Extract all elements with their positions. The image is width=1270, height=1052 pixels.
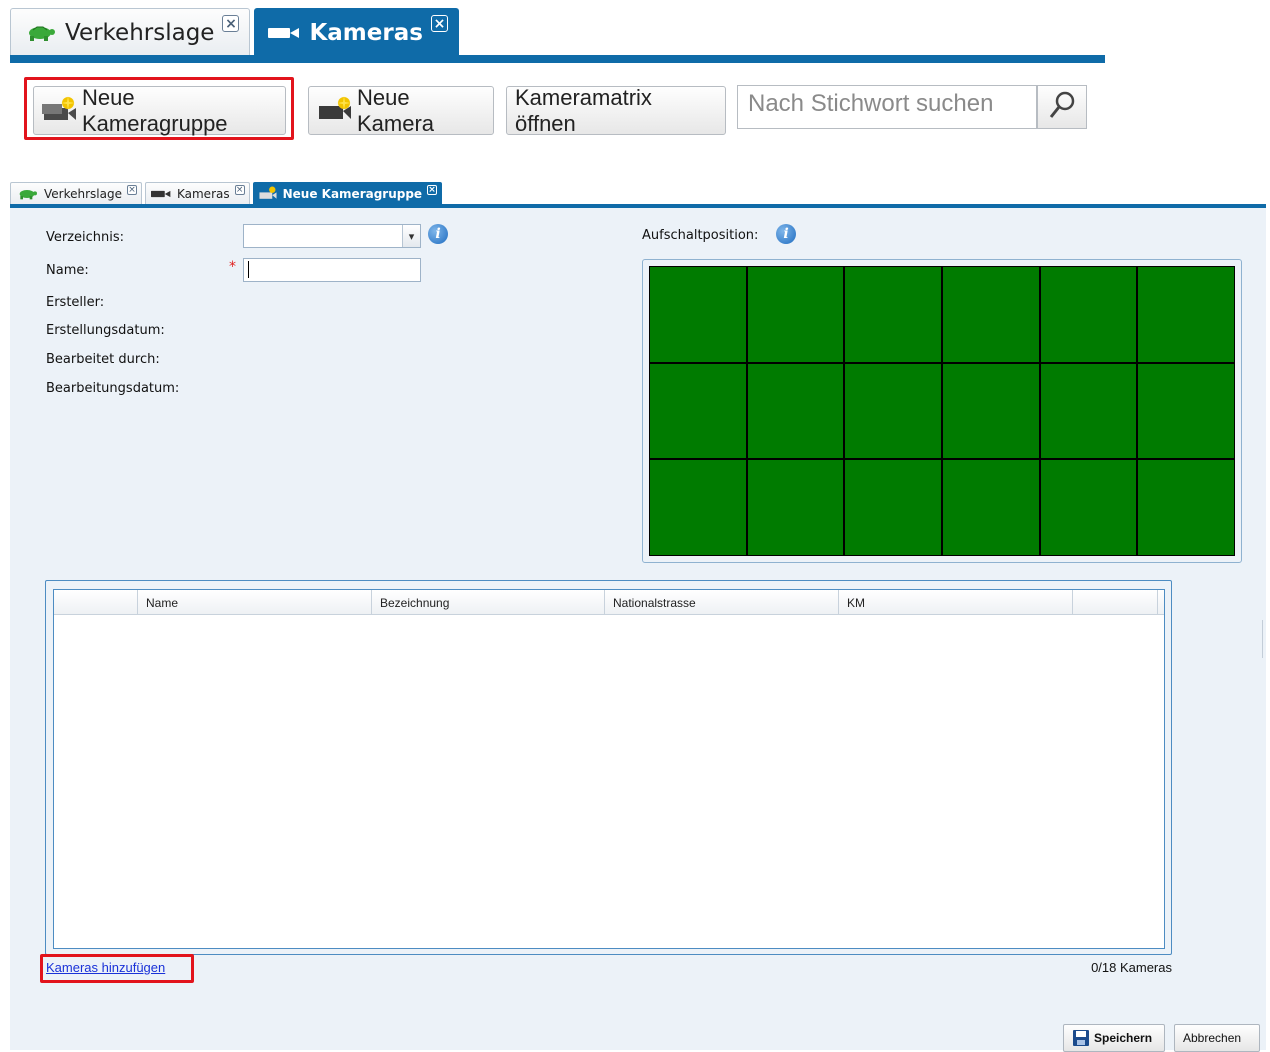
new-camera-button[interactable]: Neue Kamera — [308, 84, 494, 136]
matrix-cell[interactable] — [845, 363, 941, 459]
position-label: Aufschaltposition: — [642, 228, 759, 243]
new-camera-group-button[interactable]: Neue Kameragruppe — [33, 84, 286, 136]
matrix-cell[interactable] — [747, 363, 844, 459]
required-marker: * — [229, 259, 236, 275]
column-header-extra[interactable] — [1073, 590, 1158, 615]
new-camera-icon — [317, 95, 353, 126]
camera-group-icon — [258, 186, 278, 202]
tab-verkehrslage[interactable]: Verkehrslage × — [10, 182, 142, 205]
camera-count: 0/18 Kameras — [1091, 960, 1172, 975]
edited-by-label: Bearbeitet durch: — [46, 352, 160, 367]
matrix-cell[interactable] — [942, 460, 1039, 555]
tab-kameras[interactable]: Kameras × — [144, 182, 250, 205]
table-header: Name Bezeichnung Nationalstrasse KM — [54, 590, 1164, 615]
matrix-cell[interactable] — [650, 363, 746, 459]
button-label: Kameramatrix öffnen — [515, 84, 652, 136]
tab-label: Neue Kameragruppe — [282, 187, 423, 201]
search-icon — [1048, 90, 1076, 124]
close-icon[interactable]: × — [234, 185, 245, 195]
tab-verkehrslage-zoomed[interactable]: Verkehrslage × — [10, 8, 251, 56]
matrix-cell[interactable] — [747, 460, 844, 555]
chevron-down-icon[interactable]: ▾ — [402, 225, 420, 247]
cancel-button[interactable]: Abbrechen — [1174, 1024, 1260, 1052]
creator-label: Ersteller: — [46, 295, 105, 310]
tab-underline — [10, 55, 1105, 63]
search-button[interactable] — [1037, 85, 1087, 129]
turtle-icon — [23, 24, 57, 42]
matrix-cell[interactable] — [1040, 460, 1137, 555]
matrix-cell[interactable] — [1138, 363, 1234, 459]
tab-neue-kameragruppe[interactable]: Neue Kameragruppe × — [252, 182, 443, 205]
button-label: Abbrechen — [1183, 1031, 1242, 1045]
matrix-cell[interactable] — [942, 363, 1039, 459]
close-icon[interactable]: × — [430, 15, 448, 32]
camera-matrix — [649, 266, 1235, 556]
column-header-name[interactable]: Name — [138, 590, 372, 615]
matrix-cell[interactable] — [1138, 267, 1234, 362]
tab-strip: Verkehrslage × Kameras × Neue Kameragrup… — [10, 181, 445, 205]
matrix-cell[interactable] — [845, 460, 941, 555]
directory-label: Verzeichnis: — [46, 230, 125, 245]
search-input[interactable]: Nach Stichwort suchen — [737, 85, 1037, 129]
column-header-km[interactable]: KM — [839, 590, 1073, 615]
column-header-select[interactable] — [54, 590, 138, 615]
close-icon[interactable]: × — [222, 15, 240, 32]
tab-kameras-zoomed[interactable]: Kameras × — [254, 8, 459, 56]
edited-date-label: Bearbeitungsdatum: — [46, 381, 180, 396]
column-header-bezeichnung[interactable]: Bezeichnung — [372, 590, 605, 615]
open-camera-matrix-button[interactable]: Kameramatrix öffnen — [506, 84, 726, 136]
matrix-cell[interactable] — [1138, 460, 1234, 555]
splitter-handle[interactable] — [1262, 620, 1266, 658]
tab-label: Kameras — [309, 19, 423, 46]
camera-icon — [267, 25, 301, 41]
tab-label: Kameras — [176, 187, 230, 201]
button-label: Neue Kameragruppe — [82, 84, 228, 136]
matrix-cell[interactable] — [942, 267, 1039, 362]
text-caret — [248, 261, 249, 278]
name-field[interactable] — [243, 258, 421, 282]
matrix-cell[interactable] — [1040, 267, 1137, 362]
close-icon[interactable]: × — [427, 185, 438, 195]
zoomed-toolbar: Neue Kameragruppe Neue Kamera Kameramatr… — [10, 63, 1105, 148]
name-label: Name: — [46, 263, 89, 278]
button-label: Neue Kamera — [357, 84, 435, 136]
save-icon — [1072, 1029, 1090, 1047]
zoomed-tab-strip: Verkehrslage × Kameras × — [10, 6, 463, 56]
info-icon[interactable]: i — [428, 224, 448, 244]
camera-table: Name Bezeichnung Nationalstrasse KM — [53, 589, 1165, 949]
matrix-cell[interactable] — [650, 460, 746, 555]
turtle-icon — [15, 188, 39, 200]
matrix-cell[interactable] — [650, 267, 746, 362]
camera-icon — [150, 189, 172, 199]
column-header-nationalstrasse[interactable]: Nationalstrasse — [605, 590, 839, 615]
tab-label: Verkehrslage — [44, 187, 122, 201]
button-label: Speichern — [1094, 1031, 1153, 1045]
directory-select[interactable]: ▾ — [243, 224, 421, 248]
add-cameras-link[interactable]: Kameras hinzufügen — [46, 960, 165, 975]
matrix-cell[interactable] — [747, 267, 844, 362]
save-button[interactable]: Speichern — [1063, 1024, 1165, 1052]
new-camera-group-icon — [42, 95, 78, 126]
close-icon[interactable]: × — [126, 185, 137, 195]
matrix-cell[interactable] — [845, 267, 941, 362]
tab-label: Verkehrslage — [65, 19, 215, 46]
created-date-label: Erstellungsdatum: — [46, 323, 165, 338]
info-icon[interactable]: i — [776, 224, 796, 244]
matrix-cell[interactable] — [1040, 363, 1137, 459]
